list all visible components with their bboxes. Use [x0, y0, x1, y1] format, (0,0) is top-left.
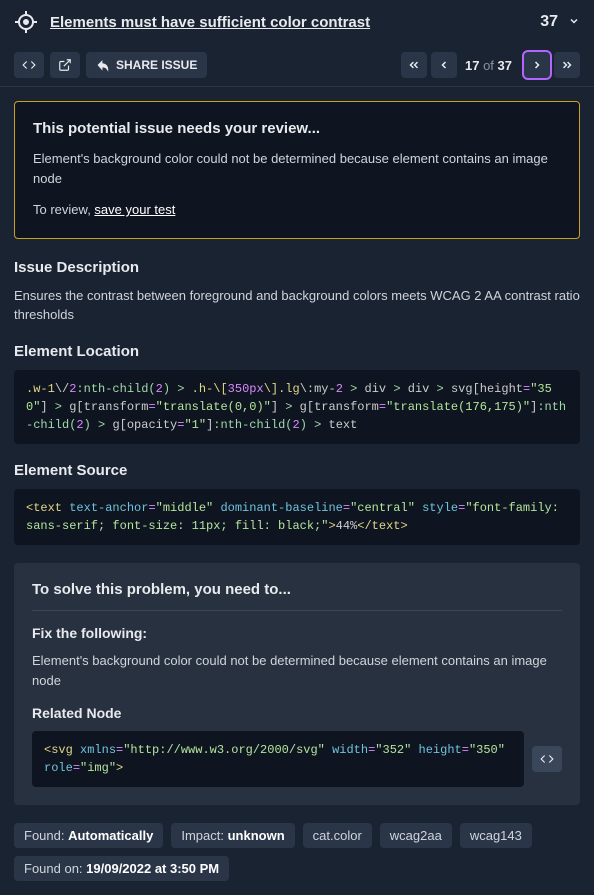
issue-header: Elements must have sufficient color cont… — [0, 0, 594, 44]
fix-heading: Fix the following: — [32, 625, 562, 641]
solve-title: To solve this problem, you need to... — [32, 581, 562, 611]
element-source-code: <text text-anchor="middle" dominant-base… — [14, 489, 580, 545]
issue-title[interactable]: Elements must have sufficient color cont… — [50, 14, 540, 31]
tag-found: Found: Automatically — [14, 823, 163, 848]
pagination-counter: 17 of 37 — [465, 58, 512, 73]
share-label: SHARE ISSUE — [116, 58, 197, 72]
element-location-code: .w-1\/2:nth-child(2) > .h-\[350px\].lg\:… — [14, 370, 580, 444]
tag-cat-color: cat.color — [303, 823, 372, 848]
review-body: Element's background color could not be … — [33, 149, 561, 188]
prev-issue-button[interactable] — [431, 52, 457, 78]
element-source-heading: Element Source — [14, 462, 580, 479]
last-issue-button[interactable] — [554, 52, 580, 78]
highlight-button[interactable] — [14, 52, 44, 78]
chevron-down-icon[interactable] — [568, 14, 580, 30]
issue-description-text: Ensures the contrast between foreground … — [14, 286, 580, 325]
first-issue-button[interactable] — [401, 52, 427, 78]
issue-content: This potential issue needs your review..… — [0, 87, 594, 895]
solve-panel: To solve this problem, you need to... Fi… — [14, 563, 580, 805]
target-icon — [14, 10, 38, 34]
share-issue-button[interactable]: SHARE ISSUE — [86, 52, 207, 78]
issue-toolbar: SHARE ISSUE 17 of 37 — [0, 44, 594, 87]
save-test-link[interactable]: save your test — [94, 202, 175, 217]
tag-wcag143: wcag143 — [460, 823, 532, 848]
chevron-left-icon — [438, 59, 450, 71]
tag-impact: Impact: unknown — [171, 823, 294, 848]
code-icon — [540, 752, 554, 766]
external-link-icon — [58, 58, 72, 72]
review-cta: To review, save your test — [33, 200, 561, 220]
tags-row: Found: Automatically Impact: unknown cat… — [14, 823, 580, 881]
chevron-double-left-icon — [407, 58, 421, 72]
related-node-code: <svg xmlns="http://www.w3.org/2000/svg" … — [32, 731, 524, 787]
fix-body: Element's background color could not be … — [32, 651, 562, 691]
open-external-button[interactable] — [50, 52, 80, 78]
tag-found-on: Found on: 19/09/2022 at 3:50 PM — [14, 856, 229, 881]
issue-description-heading: Issue Description — [14, 259, 580, 276]
share-icon — [96, 58, 110, 72]
chevron-right-icon — [531, 59, 543, 71]
chevron-double-right-icon — [560, 58, 574, 72]
related-node-heading: Related Node — [32, 705, 562, 721]
code-icon — [22, 58, 36, 72]
highlight-related-button[interactable] — [532, 746, 562, 772]
next-issue-button[interactable] — [524, 52, 550, 78]
tag-wcag2aa: wcag2aa — [380, 823, 452, 848]
issue-count: 37 — [540, 13, 558, 31]
element-location-heading: Element Location — [14, 343, 580, 360]
review-panel: This potential issue needs your review..… — [14, 101, 580, 239]
review-title: This potential issue needs your review..… — [33, 120, 561, 137]
